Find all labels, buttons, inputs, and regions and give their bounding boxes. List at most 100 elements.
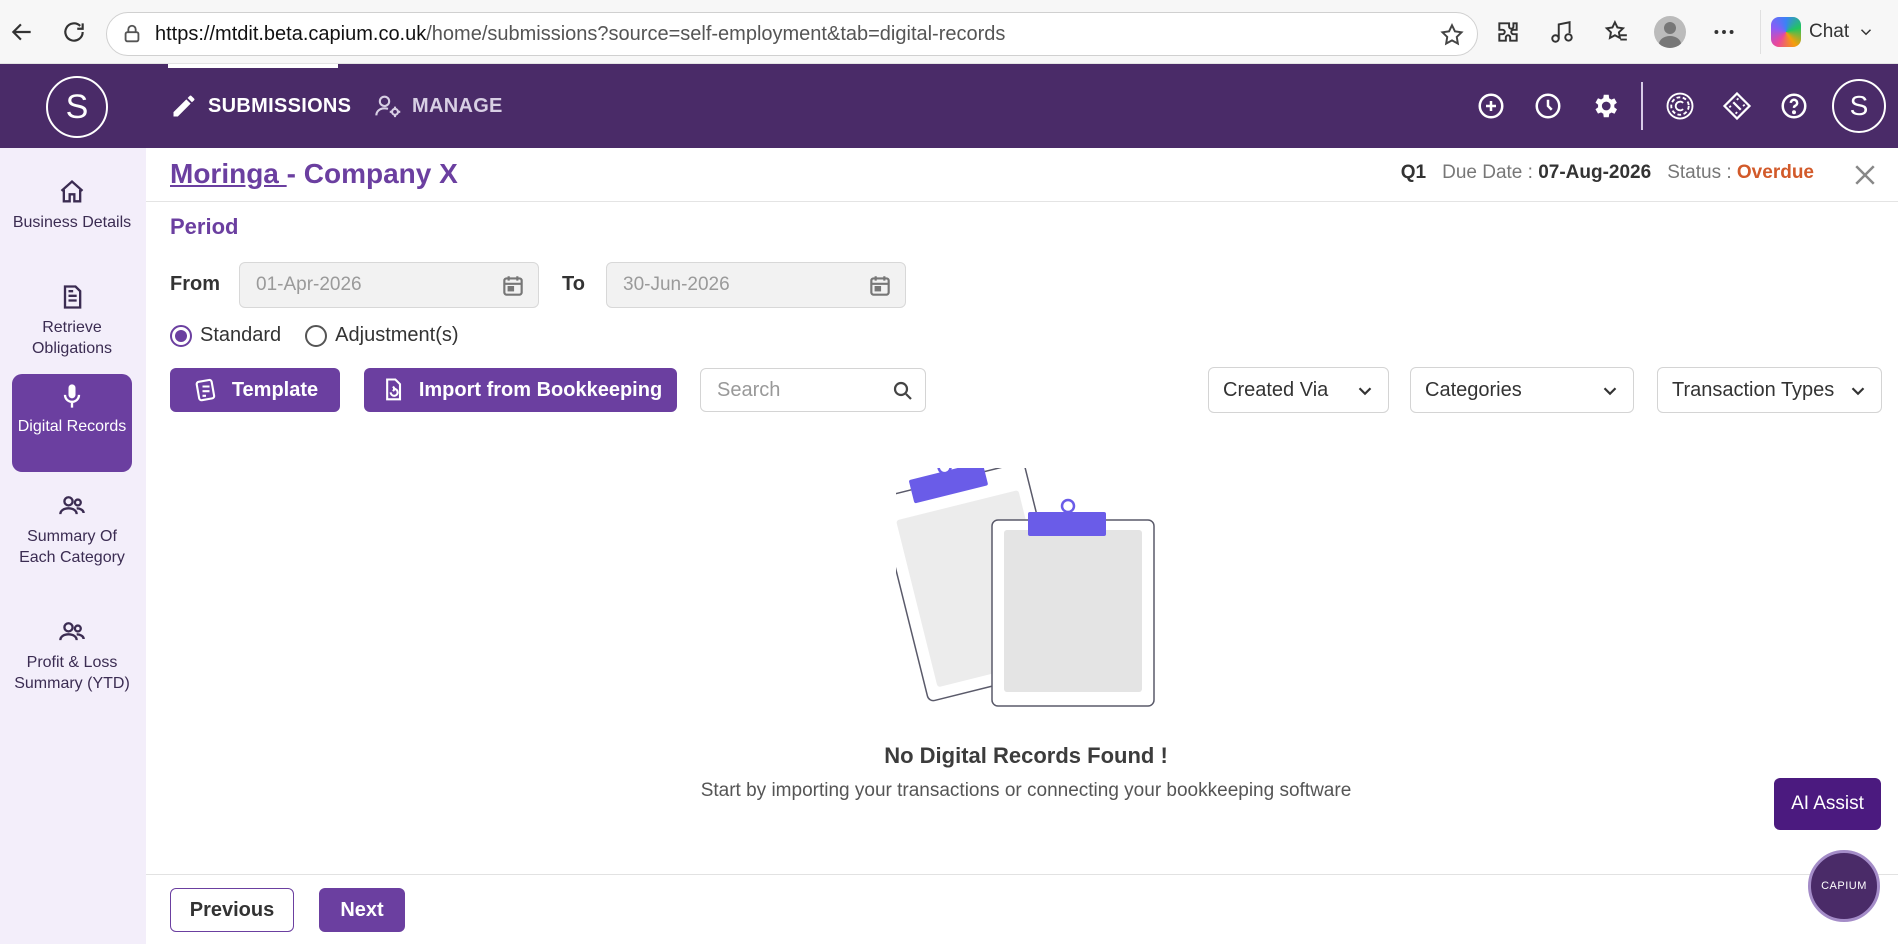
import-button-label: Import from Bookkeeping: [418, 378, 663, 401]
next-button[interactable]: Next: [319, 888, 405, 932]
empty-state-subtitle: Start by importing your transactions or …: [700, 780, 1352, 801]
search-icon[interactable]: [891, 379, 915, 403]
extensions-button[interactable]: [1490, 14, 1526, 50]
due-date-value: 07-Aug-2026: [1538, 162, 1652, 183]
url-host: https://mtdit.beta.capium.co.uk: [155, 22, 427, 45]
user-avatar[interactable]: S: [1832, 79, 1886, 133]
capium-bubble-label: CAPIUM: [1821, 880, 1867, 892]
sidebar-item-digital-records[interactable]: Digital Records: [12, 374, 132, 472]
due-date-label: Due Date :: [1442, 162, 1533, 183]
chat-label: Chat: [1809, 21, 1850, 42]
favorite-star-icon[interactable]: [1439, 22, 1465, 48]
chevron-down-icon: [1358, 387, 1372, 396]
ticket-button[interactable]: [1708, 64, 1765, 148]
template-button-label: Template: [231, 378, 319, 401]
close-icon[interactable]: [1850, 160, 1880, 190]
ai-assist-button[interactable]: AI Assist: [1774, 778, 1881, 830]
plus-circle-icon: [1478, 93, 1503, 119]
chevron-down-icon: [1851, 387, 1865, 396]
people-icon: [59, 622, 85, 641]
client-name-link[interactable]: Moringa: [170, 158, 287, 189]
sidebar-item-label: Digital Records: [17, 418, 127, 435]
transaction-types-dropdown[interactable]: Transaction Types: [1657, 367, 1882, 413]
page-title: Moringa - Company X: [170, 158, 458, 190]
arrow-left-icon: [11, 23, 31, 41]
copilot-chat-button[interactable]: Chat: [1760, 10, 1885, 54]
title-row: Moringa - Company X Q1 Due Date : 07-Aug…: [146, 148, 1898, 202]
categories-dropdown[interactable]: Categories: [1410, 367, 1634, 413]
app-header: S SUBMISSIONS MANAGE S: [0, 64, 1898, 148]
status-label: Status :: [1667, 162, 1732, 183]
radio-standard[interactable]: Standard: [170, 324, 281, 347]
chevron-down-icon: [1861, 29, 1872, 36]
calendar-icon[interactable]: [867, 273, 893, 299]
user-gear-icon: [375, 95, 401, 118]
main-content: Moringa - Company X Q1 Due Date : 07-Aug…: [146, 148, 1898, 944]
sidebar-item-business-details[interactable]: Business Details: [12, 170, 132, 233]
copilot-icon: [1771, 17, 1801, 47]
sidebar-item-profit-loss-summary[interactable]: Profit & Loss Summary (YTD): [12, 610, 132, 694]
lock-icon: [124, 24, 140, 43]
radio-adjustments-control[interactable]: [305, 324, 328, 347]
address-bar[interactable]: https://mtdit.beta.capium.co.uk/home/sub…: [106, 12, 1478, 56]
created-via-dropdown[interactable]: Created Via: [1208, 367, 1389, 413]
to-label: To: [562, 273, 585, 295]
reload-icon: [64, 22, 84, 42]
due-info: Q1 Due Date : 07-Aug-2026 Status : Overd…: [1401, 162, 1814, 184]
period-heading: Period: [170, 214, 239, 239]
capium-chat-bubble[interactable]: CAPIUM: [1808, 850, 1880, 922]
search-field[interactable]: [700, 368, 926, 412]
previous-button[interactable]: Previous: [170, 888, 294, 932]
browser-toolbar: https://mtdit.beta.capium.co.uk/home/sub…: [0, 0, 1898, 64]
sidebar-item-retrieve-obligations[interactable]: Retrieve Obligations: [12, 275, 132, 359]
sidebar-item-summary-of-each-category[interactable]: Summary Of Each Category: [12, 484, 132, 568]
gear-icon: [1595, 94, 1617, 118]
header-actions: S: [1462, 64, 1898, 148]
quarter-label: Q1: [1400, 162, 1427, 183]
tab-manage[interactable]: MANAGE: [374, 64, 503, 148]
media-button[interactable]: [1544, 14, 1580, 50]
tab-submissions[interactable]: SUBMISSIONS: [167, 64, 351, 148]
to-date-field[interactable]: 30-Jun-2026: [606, 262, 906, 308]
more-menu-button[interactable]: [1706, 14, 1742, 50]
sidebar-item-label: Retrieve Obligations: [31, 319, 113, 357]
empty-state-title: No Digital Records Found !: [884, 743, 1168, 768]
back-button[interactable]: [2, 12, 42, 52]
document-icon: [63, 285, 82, 309]
reload-button[interactable]: [54, 12, 94, 52]
browser-actions: Chat: [1490, 10, 1885, 54]
calendar-icon[interactable]: [500, 273, 526, 299]
sidebar-item-label: Profit & Loss Summary (YTD): [14, 654, 130, 692]
settings-button[interactable]: [1576, 64, 1633, 148]
help-icon: [1781, 93, 1806, 119]
url-text: https://mtdit.beta.capium.co.uk/home/sub…: [155, 23, 1005, 46]
capium-apps-button[interactable]: [1651, 64, 1708, 148]
created-via-label: Created Via: [1223, 378, 1329, 401]
sidebar: Business Details Retrieve Obligations Di…: [0, 148, 146, 944]
template-icon: [195, 378, 216, 402]
favorites-button[interactable]: [1598, 14, 1634, 50]
radio-standard-control[interactable]: [170, 324, 192, 347]
sidebar-item-label: Business Details: [12, 214, 132, 231]
microphone-icon: [63, 384, 81, 408]
footer-divider: [146, 874, 1898, 875]
help-button[interactable]: [1765, 64, 1822, 148]
template-button[interactable]: Template: [170, 368, 340, 412]
search-input[interactable]: [717, 378, 887, 402]
history-button[interactable]: [1519, 64, 1576, 148]
tab-manage-label: MANAGE: [412, 94, 503, 117]
capium-logo-icon: [1666, 92, 1693, 120]
add-button[interactable]: [1462, 64, 1519, 148]
period-type-radios: Standard Adjustment(s): [170, 324, 483, 347]
home-icon: [60, 179, 84, 203]
from-date-field[interactable]: 01-Apr-2026: [239, 262, 539, 308]
brand-avatar[interactable]: S: [46, 76, 108, 138]
empty-clipboard-illustration: [896, 468, 1155, 707]
radio-standard-label: Standard: [200, 324, 282, 346]
ellipsis-icon: [1714, 30, 1734, 34]
chevron-down-icon: [1603, 387, 1617, 396]
from-label: From: [170, 273, 220, 295]
profile-button[interactable]: [1652, 14, 1688, 50]
import-from-bookkeeping-button[interactable]: Import from Bookkeeping: [364, 368, 677, 412]
radio-adjustments[interactable]: Adjustment(s): [305, 324, 459, 347]
